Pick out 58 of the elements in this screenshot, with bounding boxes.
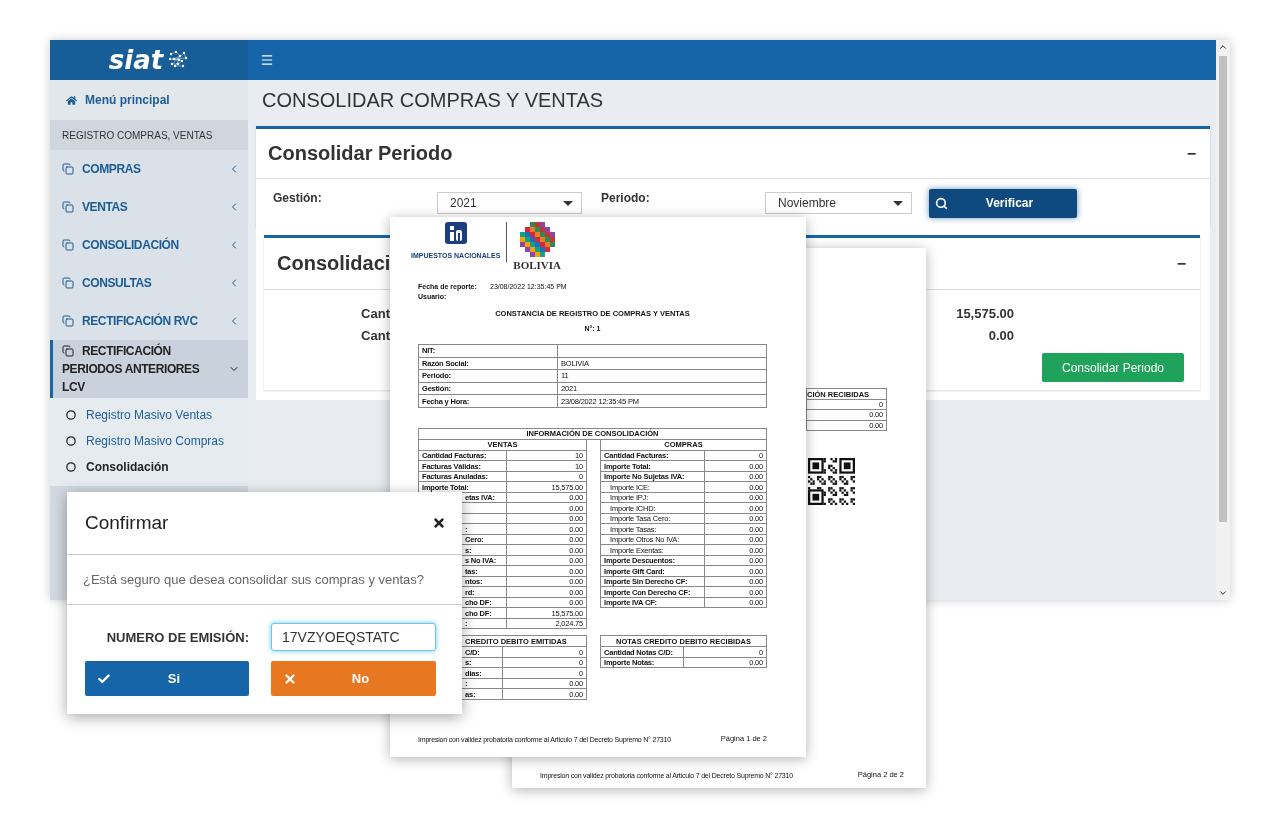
collapse-button[interactable]: − <box>1186 144 1196 163</box>
page-title: CONSOLIDAR COMPRAS Y VENTAS <box>261 87 605 113</box>
result-label: Cant <box>361 327 390 343</box>
scroll-down-icon[interactable] <box>1218 588 1228 598</box>
close-icon[interactable] <box>432 516 446 530</box>
search-icon <box>935 196 948 210</box>
emblem-icon <box>519 222 555 257</box>
no-button[interactable]: No <box>271 661 436 696</box>
year-select[interactable]: 2021 <box>437 192 582 214</box>
home-icon <box>66 94 77 106</box>
submenu-item[interactable]: Registro Masivo Ventas <box>50 402 248 428</box>
emission-number-field[interactable]: 17VZYOEQSTATC <box>271 623 436 651</box>
caret-icon <box>563 200 573 206</box>
circle-icon <box>66 410 76 420</box>
close-icon <box>283 671 297 686</box>
sidebar-item[interactable]: RECTIFICACIÓN RVC <box>50 302 248 340</box>
result-label: Cant <box>361 305 390 321</box>
sidebar-item[interactable]: CONSULTAS <box>50 264 248 302</box>
circle-icon <box>66 462 76 472</box>
result-value: 0.00 <box>988 327 1014 343</box>
sidebar-item[interactable]: VENTAS <box>50 188 248 226</box>
copy-icon <box>62 345 74 357</box>
qr-code-icon <box>808 457 855 505</box>
field-label: NUMERO DE EMISIÓN: <box>105 629 249 645</box>
verify-button[interactable]: Verificar <box>929 188 1077 218</box>
copy-icon <box>62 277 74 289</box>
caret-icon <box>893 200 903 206</box>
scroll-up-icon[interactable] <box>1218 42 1228 52</box>
dialog-title: Confirmar <box>85 512 169 534</box>
submenu-item[interactable]: Consolidación <box>50 454 248 480</box>
panel-title: Consolidaci <box>277 252 391 275</box>
check-icon <box>97 671 111 686</box>
period-select[interactable]: Noviembre <box>765 192 912 214</box>
consolidate-button[interactable]: Consolidar Periodo <box>1042 353 1184 382</box>
home-menu-item[interactable]: Menú principal <box>50 80 248 120</box>
scrollbar[interactable] <box>1216 40 1230 600</box>
submenu-item[interactable]: Registro Masivo Compras <box>50 428 248 454</box>
circle-icon <box>66 436 76 446</box>
section-heading: REGISTRO COMPRAS, VENTAS <box>50 120 248 150</box>
app-logo: siat <box>108 45 164 75</box>
yes-button[interactable]: Si <box>85 661 249 696</box>
copy-icon <box>62 315 74 327</box>
copy-icon <box>62 201 74 213</box>
collapse-button[interactable]: − <box>1176 254 1186 273</box>
sidebar-item[interactable]: RECTIFICACIÓN PERIODOS ANTERIORES LCV <box>50 340 248 398</box>
field-label: Periodo: <box>601 191 651 205</box>
dialog-message: ¿Está seguro que desea consolidar sus compras y ventas? <box>67 555 462 605</box>
country-name: BOLIVIA <box>513 259 561 271</box>
sidebar-item[interactable]: COMPRAS <box>50 150 248 188</box>
globe-dots-icon <box>167 50 190 70</box>
panel-title: Consolidar Periodo <box>268 142 453 165</box>
result-value: 15,575.00 <box>956 305 1014 321</box>
menu-icon[interactable] <box>260 53 274 67</box>
field-label: Gestión: <box>273 191 323 205</box>
sidebar-item[interactable]: CONSOLIDACIÓN <box>50 226 248 264</box>
tax-agency-logo-icon <box>444 222 467 244</box>
copy-icon <box>62 239 74 251</box>
copy-icon <box>62 163 74 175</box>
